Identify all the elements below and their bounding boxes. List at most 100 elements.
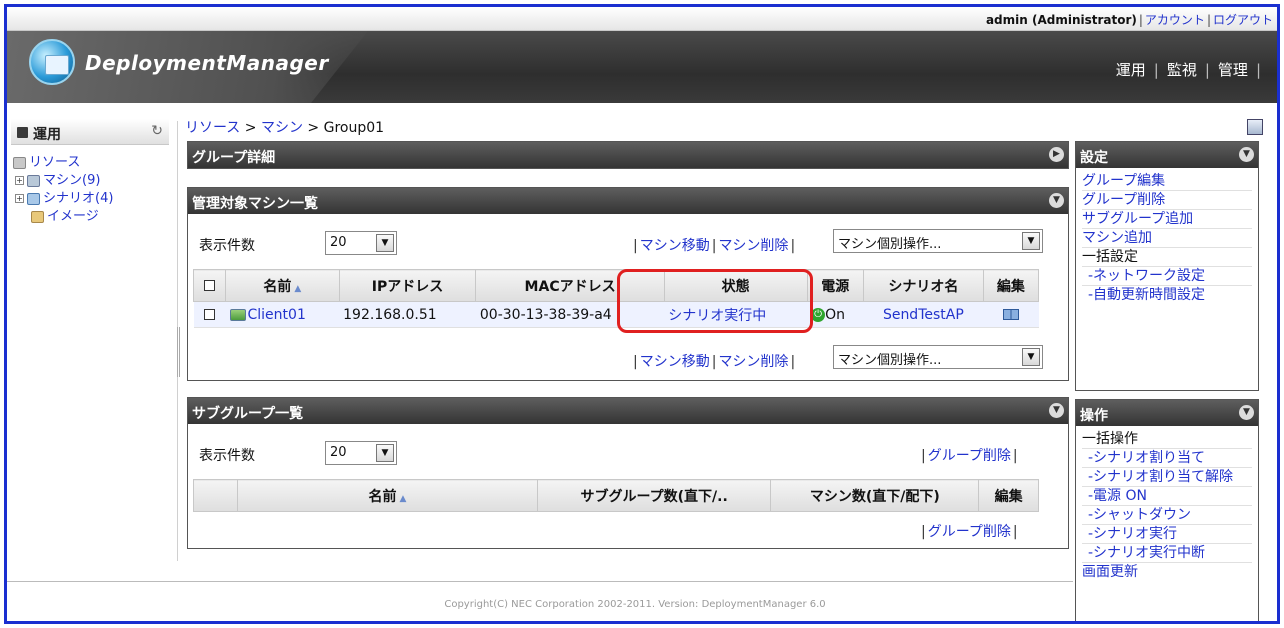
- operations-panel: 操作 ▼ 一括操作 -シナリオ割り当て -シナリオ割り当て解除 -電源 ON -…: [1075, 399, 1259, 621]
- col-mac[interactable]: MACアドレス: [475, 269, 665, 302]
- tree-label-resources[interactable]: リソース: [29, 155, 80, 170]
- stop-scenario-link[interactable]: -シナリオ実行中断: [1082, 544, 1252, 563]
- splitter-handle[interactable]: [177, 327, 180, 377]
- refresh-icon[interactable]: ↻: [151, 123, 163, 139]
- image-icon: [31, 210, 44, 223]
- unassign-scenario-link[interactable]: -シナリオ割り当て解除: [1082, 468, 1252, 487]
- table-header-row: 名前 ▲ サブグループ数(直下/.. マシン数(直下/配下) 編集: [193, 479, 1039, 512]
- sidebar-title: 運用: [33, 127, 61, 143]
- move-machine-link[interactable]: マシン移動: [640, 238, 710, 254]
- collapse-icon[interactable]: ▼: [1049, 193, 1064, 208]
- sub-count-select[interactable]: 20 ▼: [325, 441, 397, 465]
- tree-item-scenarios[interactable]: + シナリオ(4): [15, 187, 113, 206]
- machine-name-link[interactable]: Client01: [248, 307, 306, 323]
- delete-group-link[interactable]: グループ削除: [928, 448, 1011, 464]
- col-status[interactable]: 状態: [663, 269, 808, 302]
- operations-header[interactable]: 操作 ▼: [1076, 400, 1258, 426]
- nav-monitoring[interactable]: 監視: [1167, 61, 1197, 79]
- refresh-screen-link[interactable]: 画面更新: [1082, 563, 1252, 581]
- tree-label-images[interactable]: イメージ: [47, 209, 99, 224]
- chevron-down-icon: ▼: [1022, 348, 1040, 366]
- delete-group-link[interactable]: グループ削除: [928, 524, 1011, 540]
- col-ip[interactable]: IPアドレス: [338, 269, 477, 302]
- col-scenario[interactable]: シナリオ名: [863, 269, 984, 302]
- machine-edit[interactable]: [983, 301, 1039, 328]
- expand-icon[interactable]: +: [15, 194, 24, 203]
- expand-icon[interactable]: +: [15, 176, 24, 185]
- select-all-checkbox[interactable]: [204, 280, 215, 291]
- footer-copyright: Copyright(C) NEC Corporation 2002-2011. …: [444, 599, 826, 610]
- edit-group-link[interactable]: グループ編集: [1082, 172, 1252, 191]
- add-subgroup-link[interactable]: サブグループ追加: [1082, 210, 1252, 229]
- scenario-link[interactable]: SendTestAP: [883, 307, 964, 323]
- edit-book-icon[interactable]: [1002, 309, 1019, 320]
- logo-icon: [29, 39, 75, 85]
- subgroup-actions-top: | グループ削除 |: [921, 448, 1018, 464]
- square-icon: [17, 127, 28, 138]
- nav-operations[interactable]: 運用: [1116, 61, 1146, 79]
- delete-group-link[interactable]: グループ削除: [1082, 191, 1252, 210]
- delete-machine-link[interactable]: マシン削除: [718, 238, 788, 254]
- assign-scenario-link[interactable]: -シナリオ割り当て: [1082, 449, 1252, 468]
- machine-status-link[interactable]: シナリオ実行中: [668, 308, 766, 324]
- machine-ops-value: マシン個別操作...: [838, 353, 942, 368]
- table-header-row: 名前 ▲ IPアドレス MACアドレス 状態 電源 シナリオ名 編集: [193, 269, 1040, 302]
- move-machine-link[interactable]: マシン移動: [640, 354, 710, 370]
- sub-col-subgroups[interactable]: サブグループ数(直下/..: [536, 479, 772, 512]
- machine-ops-select[interactable]: マシン個別操作... ▼: [833, 229, 1043, 253]
- machine-actions-bottom: | マシン移動 | マシン削除 |: [633, 354, 796, 370]
- sub-col-name[interactable]: 名前 ▲: [237, 479, 538, 512]
- tree-label-scenarios[interactable]: シナリオ(4): [43, 191, 113, 206]
- select-all-cell[interactable]: [193, 269, 226, 302]
- sub-col-machines[interactable]: マシン数(直下/配下): [770, 479, 980, 512]
- delete-machine-link[interactable]: マシン削除: [718, 354, 788, 370]
- machines-header[interactable]: 管理対象マシン一覧 ▼: [188, 188, 1068, 214]
- breadcrumb-resources[interactable]: リソース: [185, 120, 240, 136]
- operations-title: 操作: [1080, 408, 1108, 424]
- power-on-link[interactable]: -電源 ON: [1082, 487, 1252, 506]
- col-name[interactable]: 名前 ▲: [225, 269, 340, 302]
- sort-asc-icon: ▲: [399, 493, 407, 504]
- subgroup-actions-bottom: | グループ削除 |: [921, 524, 1018, 540]
- row-checkbox[interactable]: [204, 309, 215, 320]
- machine-ip: 192.168.0.51: [339, 301, 476, 328]
- collapse-icon[interactable]: ▼: [1239, 147, 1254, 162]
- tree-item-machines[interactable]: + マシン(9): [15, 169, 100, 188]
- tree-item-images[interactable]: イメージ: [31, 205, 99, 224]
- count-select[interactable]: 20 ▼: [325, 231, 397, 255]
- breadcrumb-machines[interactable]: マシン: [261, 120, 303, 136]
- account-link[interactable]: アカウント: [1145, 13, 1205, 27]
- collapse-icon[interactable]: ▼: [1239, 405, 1254, 420]
- machine-ops-select-bottom[interactable]: マシン個別操作... ▼: [833, 345, 1043, 369]
- user-bar: admin (Administrator) | アカウント | ログアウト: [7, 7, 1277, 31]
- sub-col-edit: 編集: [978, 479, 1039, 512]
- col-power[interactable]: 電源: [806, 269, 865, 302]
- group-detail-header[interactable]: グループ詳細 ▶: [188, 142, 1068, 168]
- sort-asc-icon: ▲: [294, 283, 302, 294]
- collapse-icon[interactable]: ▼: [1049, 403, 1064, 418]
- nav-management[interactable]: 管理: [1218, 61, 1248, 79]
- table-row[interactable]: Client01 192.168.0.51 00-30-13-38-39-a4 …: [193, 301, 1039, 328]
- settings-header[interactable]: 設定 ▼: [1076, 142, 1258, 168]
- user-links: admin (Administrator) | アカウント | ログアウト: [985, 13, 1273, 27]
- bulk-settings-label: 一括設定: [1082, 248, 1252, 267]
- expand-right-icon[interactable]: ▶: [1049, 147, 1064, 162]
- app-window: admin (Administrator) | アカウント | ログアウト Deploy…: [4, 4, 1280, 624]
- auto-update-time-link[interactable]: -自動更新時間設定: [1082, 286, 1252, 304]
- logout-link[interactable]: ログアウト: [1213, 13, 1273, 27]
- export-icon[interactable]: [1247, 119, 1263, 135]
- tree-item-resources[interactable]: リソース: [13, 151, 80, 170]
- tree-label-machines[interactable]: マシン(9): [43, 173, 100, 188]
- machine-group-icon: [27, 174, 40, 187]
- sidebar-header: 運用 ↻: [11, 119, 169, 145]
- run-scenario-link[interactable]: -シナリオ実行: [1082, 525, 1252, 544]
- shutdown-link[interactable]: -シャットダウン: [1082, 506, 1252, 525]
- machine-name-cell[interactable]: Client01: [225, 301, 340, 328]
- add-machine-link[interactable]: マシン追加: [1082, 229, 1252, 248]
- breadcrumb-sep: >: [240, 120, 261, 136]
- network-settings-link[interactable]: -ネットワーク設定: [1082, 267, 1252, 286]
- subgroups-header[interactable]: サブグループ一覧 ▼: [188, 398, 1068, 424]
- chevron-down-icon: ▼: [376, 234, 394, 252]
- sub-col-blank: [193, 479, 238, 512]
- row-select-cell[interactable]: [193, 301, 226, 328]
